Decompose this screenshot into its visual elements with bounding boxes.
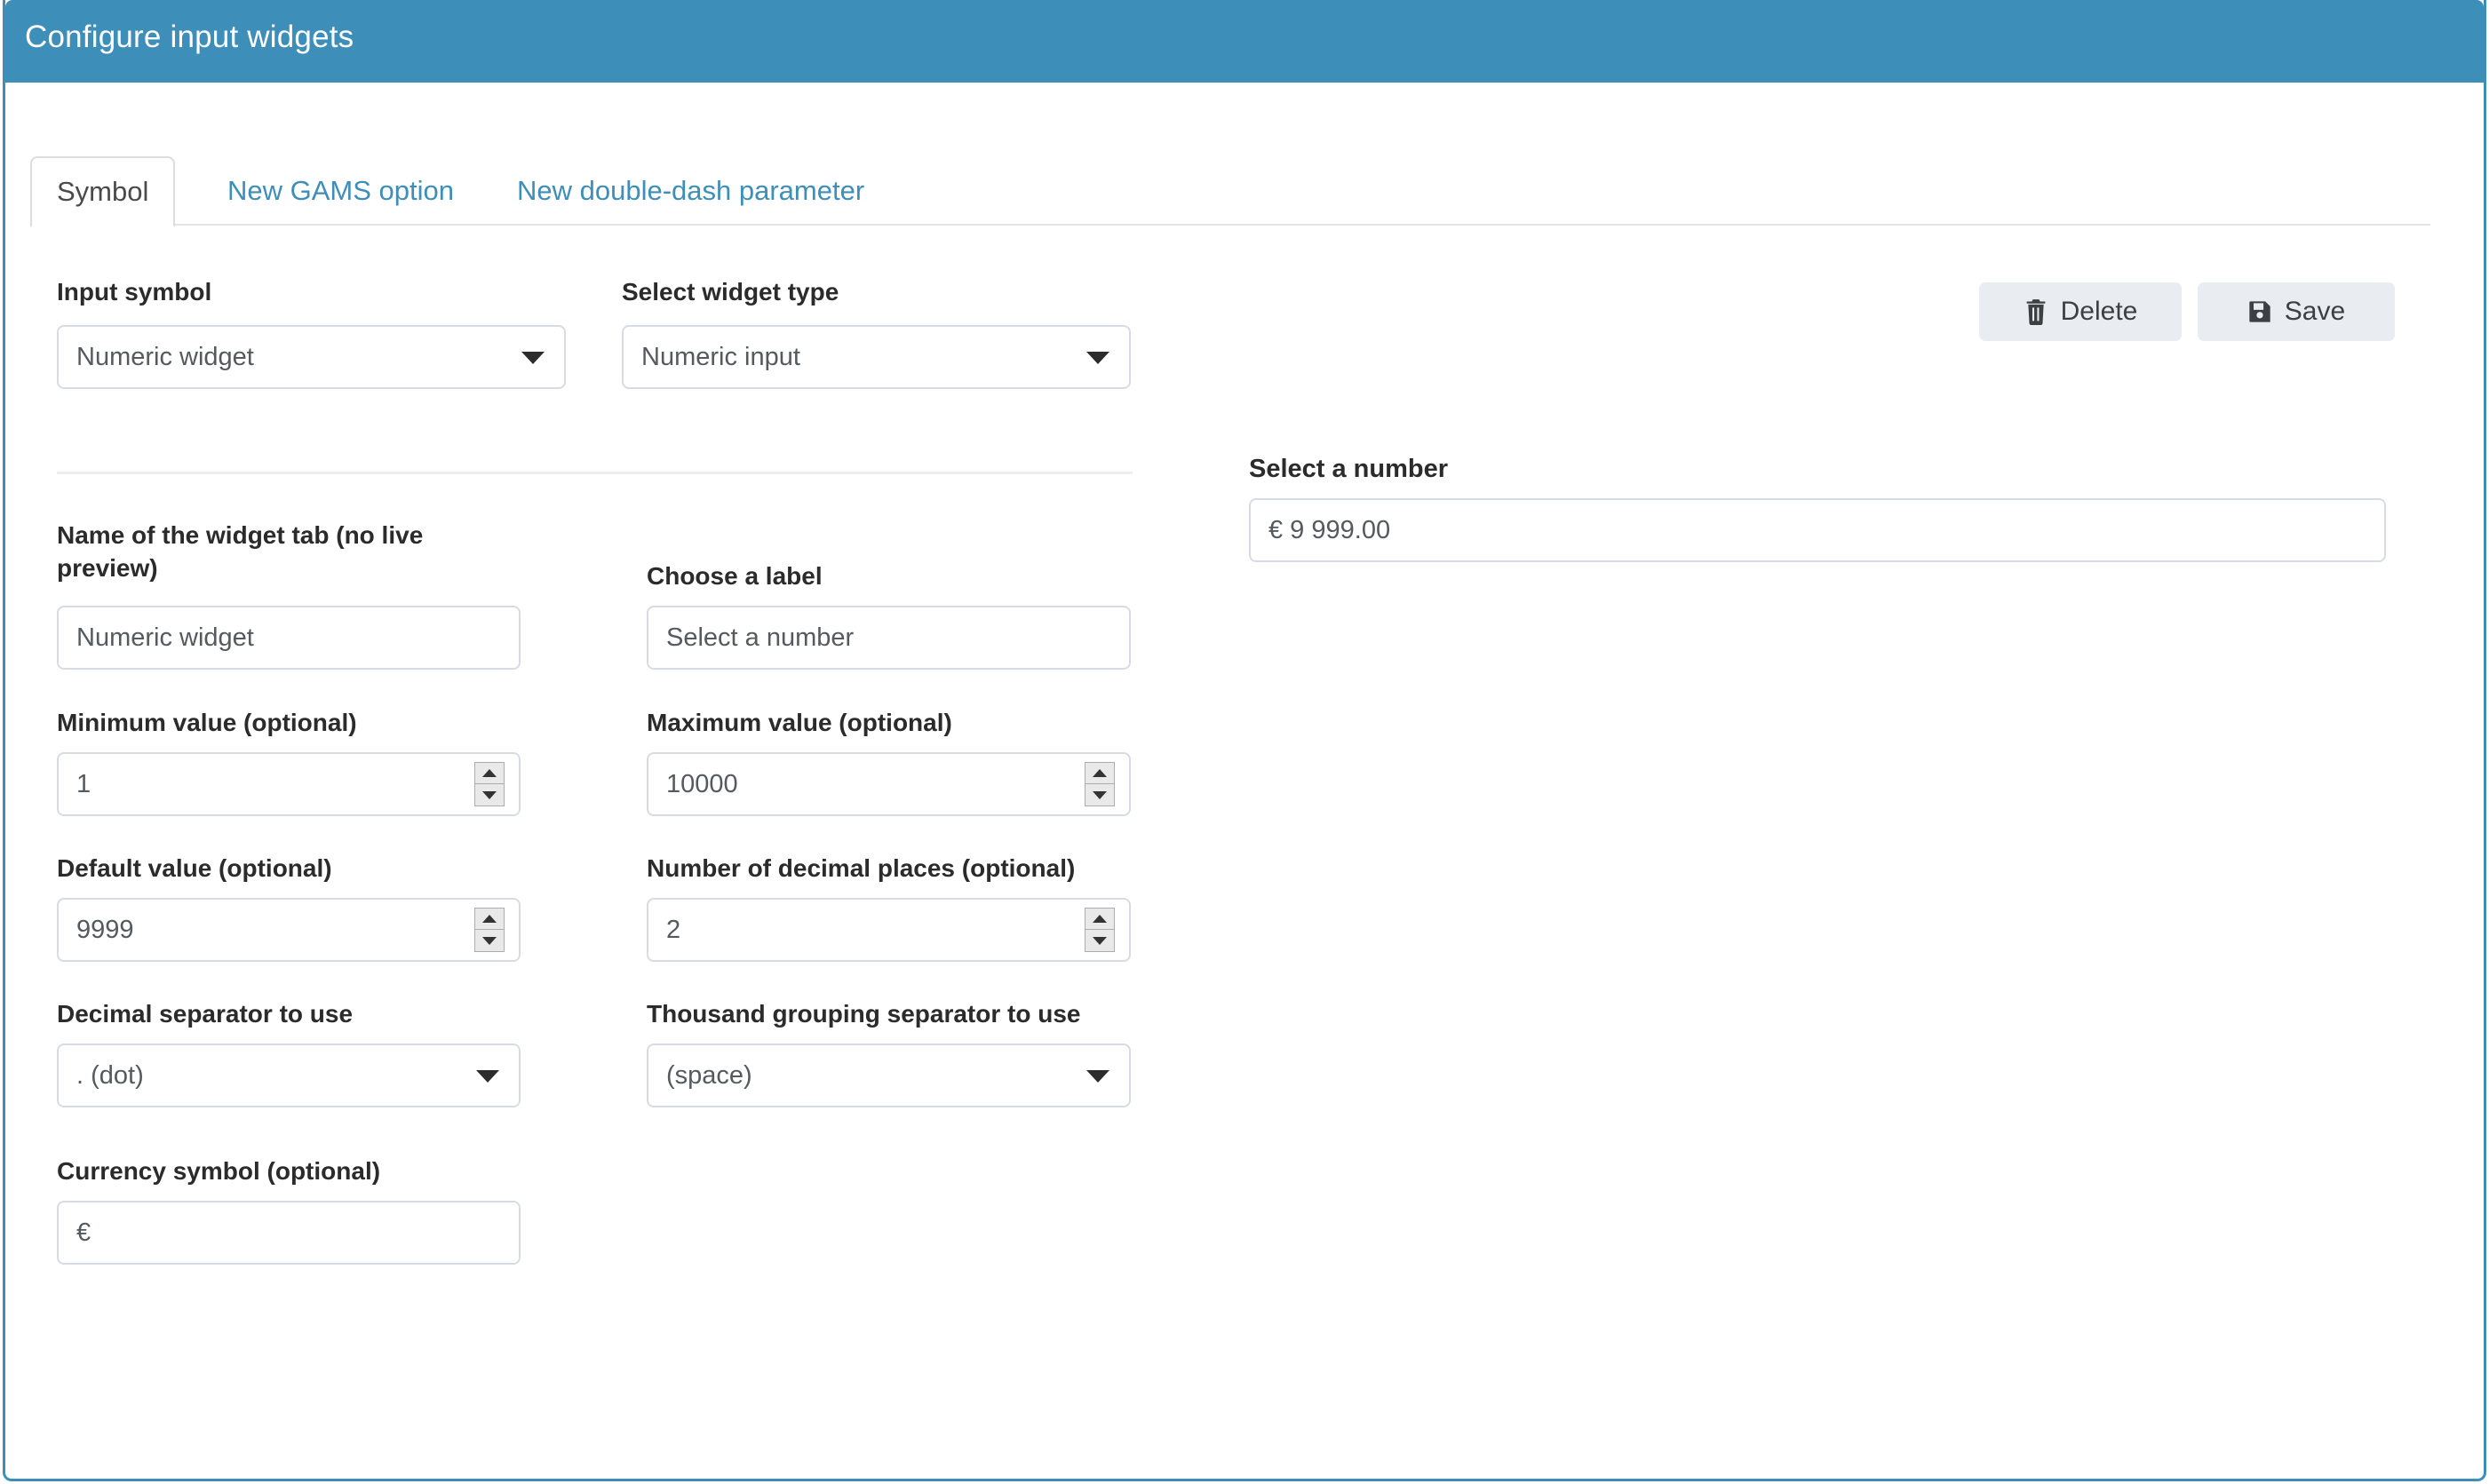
input-symbol-value: Numeric widget [76,342,254,371]
delete-button-label: Delete [2060,297,2138,326]
delete-button[interactable]: Delete [1979,282,2182,341]
preview-number-value: € 9 999.00 [1268,515,1391,544]
default-value-label: Default value (optional) [57,854,332,882]
configure-input-widgets-panel: Configure input widgets Symbol New GAMS … [3,0,2486,1481]
stepper-up-icon[interactable] [475,763,504,784]
preview-number-input[interactable]: € 9 999.00 [1249,498,2386,562]
tab-new-double-dash-parameter-label: New double-dash parameter [517,175,865,206]
widget-tab-name-value: Numeric widget [76,623,254,652]
stepper-up-icon[interactable] [1085,763,1114,784]
choose-label-label: Choose a label [647,562,823,590]
decimal-places-value: 2 [666,915,681,944]
window-titlebar: Configure input widgets [5,0,2484,83]
thousand-separator-value: (space) [666,1060,752,1090]
stepper-down-icon[interactable] [475,784,504,805]
decimal-places-input[interactable]: 2 [647,898,1131,962]
tab-new-double-dash-parameter[interactable]: New double-dash parameter [492,156,889,226]
chevron-down-icon [1086,352,1109,364]
stepper-up-icon[interactable] [1085,909,1114,930]
tab-new-gams-option-label: New GAMS option [227,175,454,206]
maximum-value-label: Maximum value (optional) [647,709,952,736]
stepper-up-icon[interactable] [475,909,504,930]
widget-type-value: Numeric input [641,342,800,371]
window-title: Configure input widgets [25,20,354,54]
maximum-value-value: 10000 [666,769,738,798]
save-button-label: Save [2284,297,2346,326]
decimal-separator-select[interactable]: . (dot) [57,1044,521,1107]
chevron-down-icon [476,1070,499,1083]
thousand-separator-select[interactable]: (space) [647,1044,1131,1107]
stepper-down-icon[interactable] [1085,784,1114,805]
save-button[interactable]: Save [2198,282,2395,341]
choose-label-value: Select a number [666,623,855,652]
decimal-separator-value: . (dot) [76,1060,144,1090]
maximum-value-input[interactable]: 10000 [647,752,1131,816]
stepper-down-icon[interactable] [1085,930,1114,951]
trash-icon [2024,298,2048,325]
widget-tab-name-input[interactable]: Numeric widget [57,606,521,670]
minimum-value-input[interactable]: 1 [57,752,521,816]
widget-type-label: Select widget type [622,278,839,306]
default-value-stepper[interactable] [474,908,505,952]
tab-symbol[interactable]: Symbol [30,156,176,227]
thousand-separator-label: Thousand grouping separator to use [647,1000,1081,1028]
preview-label: Select a number [1249,455,1449,483]
decimal-places-label: Number of decimal places (optional) [647,854,1076,882]
input-symbol-label: Input symbol [57,278,212,306]
floppy-disk-icon [2247,299,2272,324]
chevron-down-icon [1086,1070,1109,1083]
currency-symbol-label: Currency symbol (optional) [57,1157,381,1185]
default-value-input[interactable]: 9999 [57,898,521,962]
tab-bar: Symbol New GAMS option New double-dash p… [30,156,2430,227]
currency-symbol-input[interactable]: € [57,1201,521,1265]
minimum-value-stepper[interactable] [474,762,505,806]
tab-new-gams-option[interactable]: New GAMS option [203,156,479,226]
widget-tab-name-label: Name of the widget tab (no live preview) [57,521,424,582]
default-value-value: 9999 [76,915,134,944]
choose-label-input[interactable]: Select a number [647,606,1131,670]
decimal-separator-label: Decimal separator to use [57,1000,354,1028]
minimum-value-value: 1 [76,769,91,798]
chevron-down-icon [521,352,545,364]
minimum-value-label: Minimum value (optional) [57,709,357,736]
section-divider [57,472,1133,474]
input-symbol-select[interactable]: Numeric widget [57,325,566,389]
decimal-places-stepper[interactable] [1085,908,1115,952]
maximum-value-stepper[interactable] [1085,762,1115,806]
tab-symbol-label: Symbol [57,176,149,207]
stepper-down-icon[interactable] [475,930,504,951]
widget-type-select[interactable]: Numeric input [622,325,1131,389]
currency-symbol-value: € [76,1218,91,1247]
